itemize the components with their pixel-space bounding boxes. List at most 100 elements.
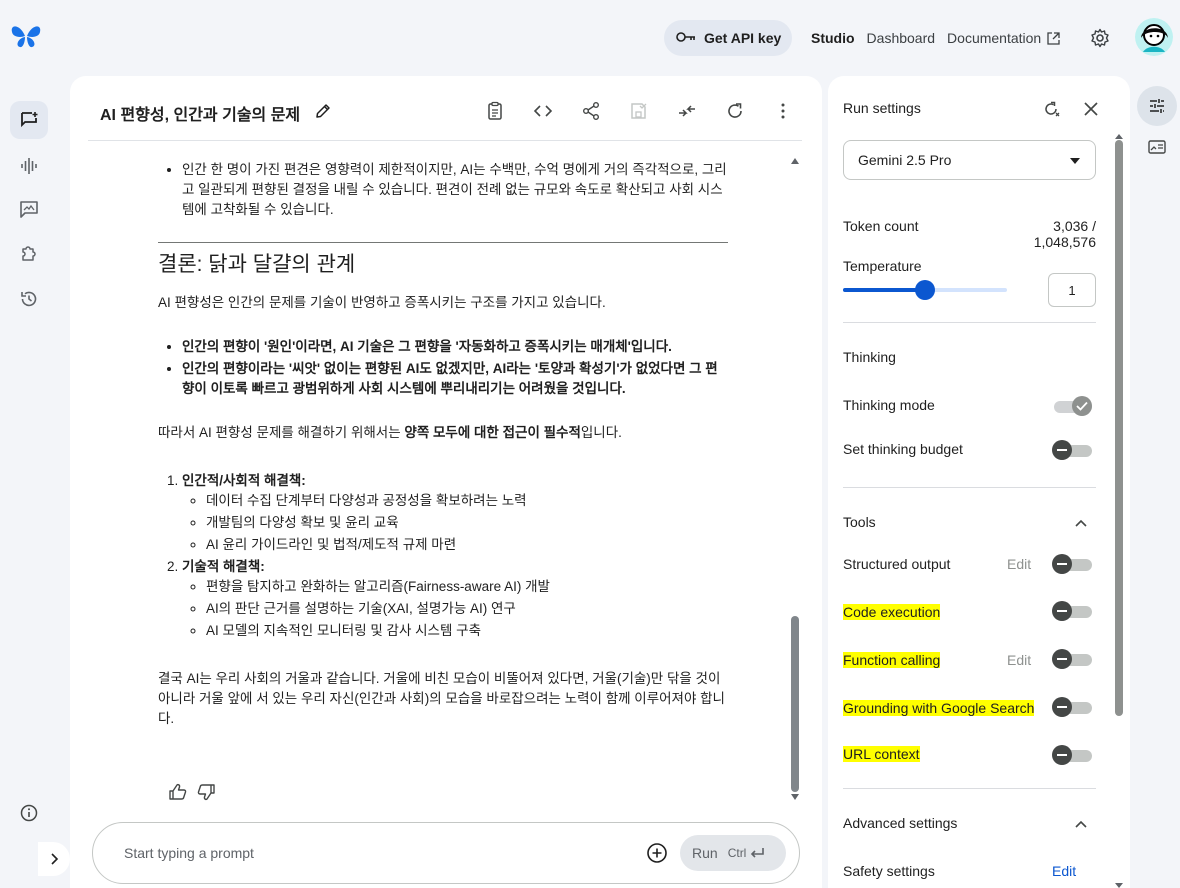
close-settings-icon[interactable] [1082,100,1100,118]
model-select-value: Gemini 2.5 Pro [858,152,952,168]
solution-item: 인간적/사회적 해결책: 데이터 수집 단계부터 다양성과 공정성을 확보하려는… [182,471,728,555]
settings-divider [843,487,1096,488]
paragraph-text: 입니다. [580,425,622,440]
advanced-chevron-up-icon[interactable] [1074,817,1088,831]
code-execution-toggle[interactable] [1052,601,1092,621]
temperature-slider-thumb[interactable] [915,280,935,300]
grounding-text: Grounding with Google Search [843,700,1035,716]
safety-settings-label: Safety settings [843,863,935,879]
structured-output-toggle[interactable] [1052,554,1092,574]
structured-output-edit[interactable]: Edit [1007,556,1031,572]
thinking-mode-label: Thinking mode [843,397,935,413]
grounding-toggle[interactable] [1052,697,1092,717]
thinking-budget-toggle[interactable] [1052,440,1092,460]
save-to-drive-icon[interactable] [629,101,649,121]
solution-subitem: AI 모델의 지속적인 모니터링 및 감사 시스템 구축 [206,621,728,641]
info-icon[interactable] [10,794,48,832]
key-icon [676,30,696,46]
settings-divider [843,788,1096,789]
thinking-section-title: Thinking [843,349,896,365]
solution-subitem: AI의 판단 근거를 설명하는 기술(XAI, 설명가능 AI) 연구 [206,599,728,619]
conclusion-heading: 결론: 닭과 달걀의 관계 [158,253,356,276]
settings-scroll-up-icon[interactable] [1114,128,1124,139]
chat-title[interactable]: AI 편향성, 인간과 기술의 문제 [100,101,300,125]
prompt-input[interactable] [124,845,624,861]
edit-title-icon[interactable] [314,102,332,120]
expand-sidebar-chevron-icon[interactable] [38,842,70,876]
run-label: Run [692,845,718,861]
top-nav: Studio Dashboard Documentation [811,30,1060,46]
temperature-slider-fill [843,288,925,292]
solution-subitem: 데이터 수집 단계부터 다양성과 공정성을 확보하려는 노력 [206,491,728,511]
url-context-text: URL context [843,746,920,762]
user-avatar[interactable] [1135,18,1173,56]
app-logo[interactable] [10,22,42,50]
run-shortcut-key: Ctrl [727,846,747,860]
clipboard-icon[interactable] [485,101,505,121]
function-calling-toggle[interactable] [1052,649,1092,669]
run-settings-tune-icon[interactable] [1137,86,1177,126]
tools-chevron-up-icon[interactable] [1074,516,1088,530]
token-count-value: 3,036 / 1,048,576 [1033,218,1096,250]
enter-key-icon [751,848,765,858]
share-icon[interactable] [581,101,601,121]
settings-scrollbar-thumb[interactable] [1115,140,1123,716]
thinking-mode-toggle[interactable] [1052,396,1092,416]
nav-chat-icon[interactable] [10,101,48,139]
settings-divider [843,322,1096,323]
chat-scrollbar-thumb[interactable] [791,616,799,792]
run-button[interactable]: Run Ctrl [680,835,786,871]
code-execution-label: Code execution [843,604,941,620]
bold-bullet: 인간의 편향이 '원인'이라면, AI 기술은 그 편향을 '자동화하고 증폭시… [182,337,728,357]
paragraph-text: 따라서 AI 편향성 문제를 해결하기 위해서는 [158,425,405,440]
thumbs-down-icon[interactable] [196,782,216,802]
model-response: 인간 한 명이 가진 편견은 영향력이 제한적이지만, AI는 수백만, 수억 … [158,160,728,737]
thumbs-up-icon[interactable] [168,782,188,802]
run-shortcut: Ctrl [728,846,766,860]
refresh-icon[interactable] [725,101,745,121]
get-api-key-button[interactable]: Get API key [664,20,792,56]
function-calling-text: Function calling [843,652,941,668]
url-context-toggle[interactable] [1052,745,1092,765]
function-calling-edit[interactable]: Edit [1007,652,1031,668]
closing-paragraph: 결국 AI는 우리 사회의 거울과 같습니다. 거울에 비친 모습이 비뚤어져 … [158,671,725,726]
nav-build-icon[interactable] [10,234,48,272]
paragraph: AI 편향성은 인간의 문제를 기술이 반영하고 증폭시키는 구조를 가지고 있… [158,295,606,310]
get-api-key-label: Get API key [704,30,782,46]
nav-generate-media-icon[interactable] [10,190,48,228]
nav-history-icon[interactable] [10,280,48,318]
nav-documentation-label: Documentation [947,30,1042,46]
safety-settings-edit[interactable]: Edit [1052,863,1076,879]
nav-documentation[interactable]: Documentation [947,30,1060,46]
run-settings-title: Run settings [843,100,921,116]
solution-subitem: AI 윤리 가이드라인 및 법적/제도적 규제 마련 [206,535,728,555]
bold-bullet: 인간의 편향이라는 '씨앗' 없이는 편향된 AI도 없겠지만, AI라는 '토… [182,359,728,399]
solution-subitem: 개발팀의 다양성 확보 및 윤리 교육 [206,513,728,533]
chat-header-divider [88,140,802,141]
temperature-input[interactable]: 1 [1048,273,1096,307]
external-link-icon [1047,31,1060,45]
nav-dashboard[interactable]: Dashboard [867,30,936,46]
model-select[interactable]: Gemini 2.5 Pro [843,140,1096,180]
paragraph: 따라서 AI 편향성 문제를 해결하기 위해서는 양쪽 모두에 대한 접근이 필… [158,423,728,443]
nav-stream-icon[interactable] [10,147,48,185]
advanced-settings-title[interactable]: Advanced settings [843,815,957,831]
more-options-icon[interactable] [773,101,793,121]
nav-studio[interactable]: Studio [811,30,855,46]
solution-item: 기술적 해결책: 편향을 탐지하고 완화하는 알고리즘(Fairness-awa… [182,557,728,641]
add-media-icon[interactable] [646,842,668,864]
function-calling-label: Function calling [843,652,941,668]
url-context-label: URL context [843,746,920,762]
solution-title: 인간적/사회적 해결책: [182,473,306,488]
code-icon[interactable] [533,101,553,121]
compare-icon[interactable] [677,101,697,121]
tools-section-title[interactable]: Tools [843,514,876,530]
solution-title: 기술적 해결책: [182,559,265,574]
settings-scroll-down-icon[interactable] [1114,878,1124,888]
code-execution-text: Code execution [843,604,941,620]
media-gallery-icon[interactable] [1147,137,1167,157]
reset-settings-icon[interactable] [1041,99,1061,119]
structured-output-label: Structured output [843,556,951,572]
settings-gear-icon[interactable] [1090,28,1110,48]
thinking-budget-label: Set thinking budget [843,441,963,457]
